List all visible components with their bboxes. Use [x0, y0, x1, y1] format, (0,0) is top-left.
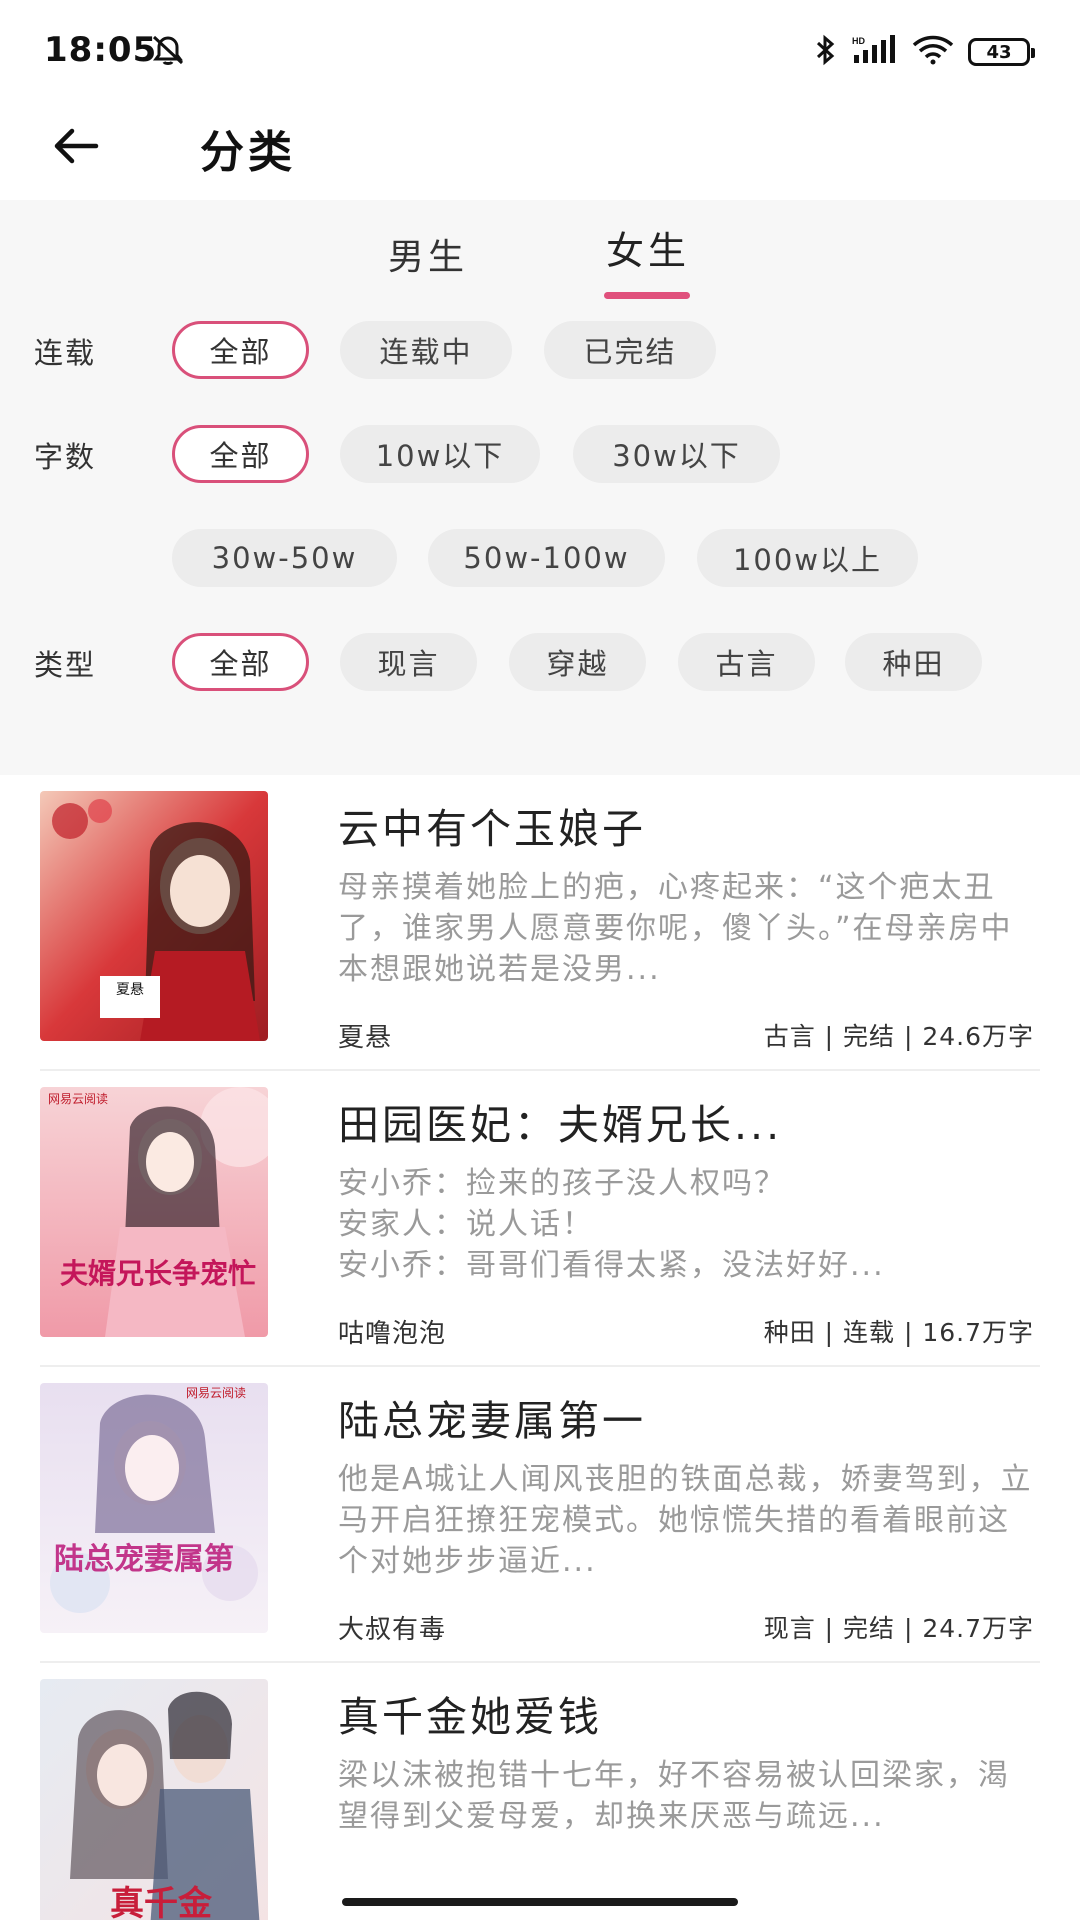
cover-author: 夏悬 [116, 982, 144, 998]
battery-icon: 43 [968, 38, 1035, 66]
book-cover[interactable]: 夏悬 [40, 791, 268, 1041]
book-cover[interactable]: 真千金 [40, 1679, 268, 1920]
status-time: 18:05 [44, 30, 158, 70]
chip-serial-ongoing[interactable]: 连载中 [340, 321, 512, 379]
chip-genre-all[interactable]: 全部 [172, 633, 309, 691]
cover-brand: 网易云阅读 [48, 1092, 108, 1106]
svg-text:HD: HD [852, 36, 865, 46]
book-description: 梁以沫被抱错十七年，好不容易被认回梁家，渴望得到父爱母爱，却换来厌恶与疏远... [338, 1758, 1010, 1834]
page-title: 分类 [200, 127, 296, 178]
book-author: 咕噜泡泡 [338, 1319, 447, 1349]
chip-genre-ancient[interactable]: 古言 [678, 633, 815, 691]
bluetooth-icon [814, 34, 838, 70]
book-item[interactable]: 网易云阅读 夫婿兄长争宠忙 田园医妃：夫婿兄长... 安小乔：捡来的孩子没人权吗… [0, 1071, 1080, 1367]
book-description: 他是A城让人闻风丧胆的铁面总裁，娇妻驾到，立马开启狂撩狂宠模式。她惊慌失措的看着… [338, 1462, 1033, 1579]
tab-male[interactable]: 男生 [388, 228, 468, 280]
book-meta: 现言 | 完结 | 24.7万字 [763, 1614, 1034, 1643]
chip-serial-all[interactable]: 全部 [172, 321, 309, 379]
cover-brand: 网易云阅读 [186, 1386, 246, 1400]
chip-genre-farming[interactable]: 种田 [845, 633, 982, 691]
book-title: 真千金她爱钱 [338, 1693, 602, 1741]
book-item[interactable]: 网易云阅读 陆总宠妻属第 陆总宠妻属第一 他是A城让人闻风丧胆的铁面总裁，娇妻驾… [0, 1367, 1080, 1663]
gender-tabs: 男生 女生 [0, 220, 1080, 299]
cover-title: 夫婿兄长争宠忙 [60, 1257, 256, 1290]
book-meta: 种田 | 连载 | 16.7万字 [763, 1318, 1034, 1347]
chip-wordcount-all[interactable]: 全部 [172, 425, 309, 483]
book-item[interactable]: 夏悬 云中有个玉娘子 母亲摸着她脸上的疤，心疼起来：“这个疤太丑了，谁家男人愿意… [0, 775, 1080, 1071]
back-button[interactable] [46, 118, 106, 178]
book-title: 陆总宠妻属第一 [338, 1397, 646, 1445]
tab-female[interactable]: 女生 [606, 220, 690, 275]
tab-indicator [604, 292, 690, 299]
book-description: 安小乔：捡来的孩子没人权吗？ 安家人：说人话！ 安小乔：哥哥们看得太紧，没法好好… [338, 1166, 885, 1283]
chip-genre-timetravel[interactable]: 穿越 [509, 633, 646, 691]
book-description: 母亲摸着她脸上的疤，心疼起来：“这个疤太丑了，谁家男人愿意要你呢，傻丫头。”在母… [338, 870, 1013, 987]
chip-wordcount-over100w[interactable]: 100w以上 [697, 529, 918, 587]
chip-wordcount-under10w[interactable]: 10w以下 [340, 425, 540, 483]
book-item[interactable]: 真千金 真千金她爱钱 梁以沫被抱错十七年，好不容易被认回梁家，渴望得到父爱母爱，… [0, 1663, 1080, 1920]
signal-icon: HD [852, 35, 898, 69]
chip-wordcount-30-50w[interactable]: 30w-50w [172, 529, 397, 587]
cover-title: 陆总宠妻属第 [54, 1542, 234, 1577]
chip-wordcount-50-100w[interactable]: 50w-100w [428, 529, 665, 587]
wifi-icon [912, 35, 954, 69]
cover-title: 真千金 [110, 1884, 213, 1920]
filter-label-wordcount: 字数 [34, 440, 97, 474]
status-icons: HD 43 [814, 34, 1035, 70]
book-cover[interactable]: 网易云阅读 夫婿兄长争宠忙 [40, 1087, 268, 1337]
chip-genre-modern[interactable]: 现言 [340, 633, 477, 691]
book-title: 田园医妃：夫婿兄长... [338, 1101, 783, 1149]
book-author: 大叔有毒 [338, 1615, 447, 1645]
home-indicator[interactable] [342, 1898, 738, 1906]
chip-serial-finished[interactable]: 已完结 [544, 321, 716, 379]
filter-panel: 男生 女生 连载 全部 连载中 已完结 字数 全部 10w以下 30w以下 30… [0, 200, 1080, 775]
book-cover[interactable]: 网易云阅读 陆总宠妻属第 [40, 1383, 268, 1633]
filter-label-serial: 连载 [34, 336, 97, 370]
book-title: 云中有个玉娘子 [338, 805, 646, 853]
book-meta: 古言 | 完结 | 24.6万字 [763, 1022, 1034, 1051]
status-bar: 18:05 HD 43 [0, 0, 1080, 104]
filter-label-genre: 类型 [34, 648, 97, 682]
header: 分类 [0, 104, 1080, 200]
chip-wordcount-under30w[interactable]: 30w以下 [573, 425, 780, 483]
mute-icon [148, 33, 188, 71]
book-author: 夏悬 [338, 1023, 393, 1053]
back-arrow-icon [52, 126, 100, 170]
